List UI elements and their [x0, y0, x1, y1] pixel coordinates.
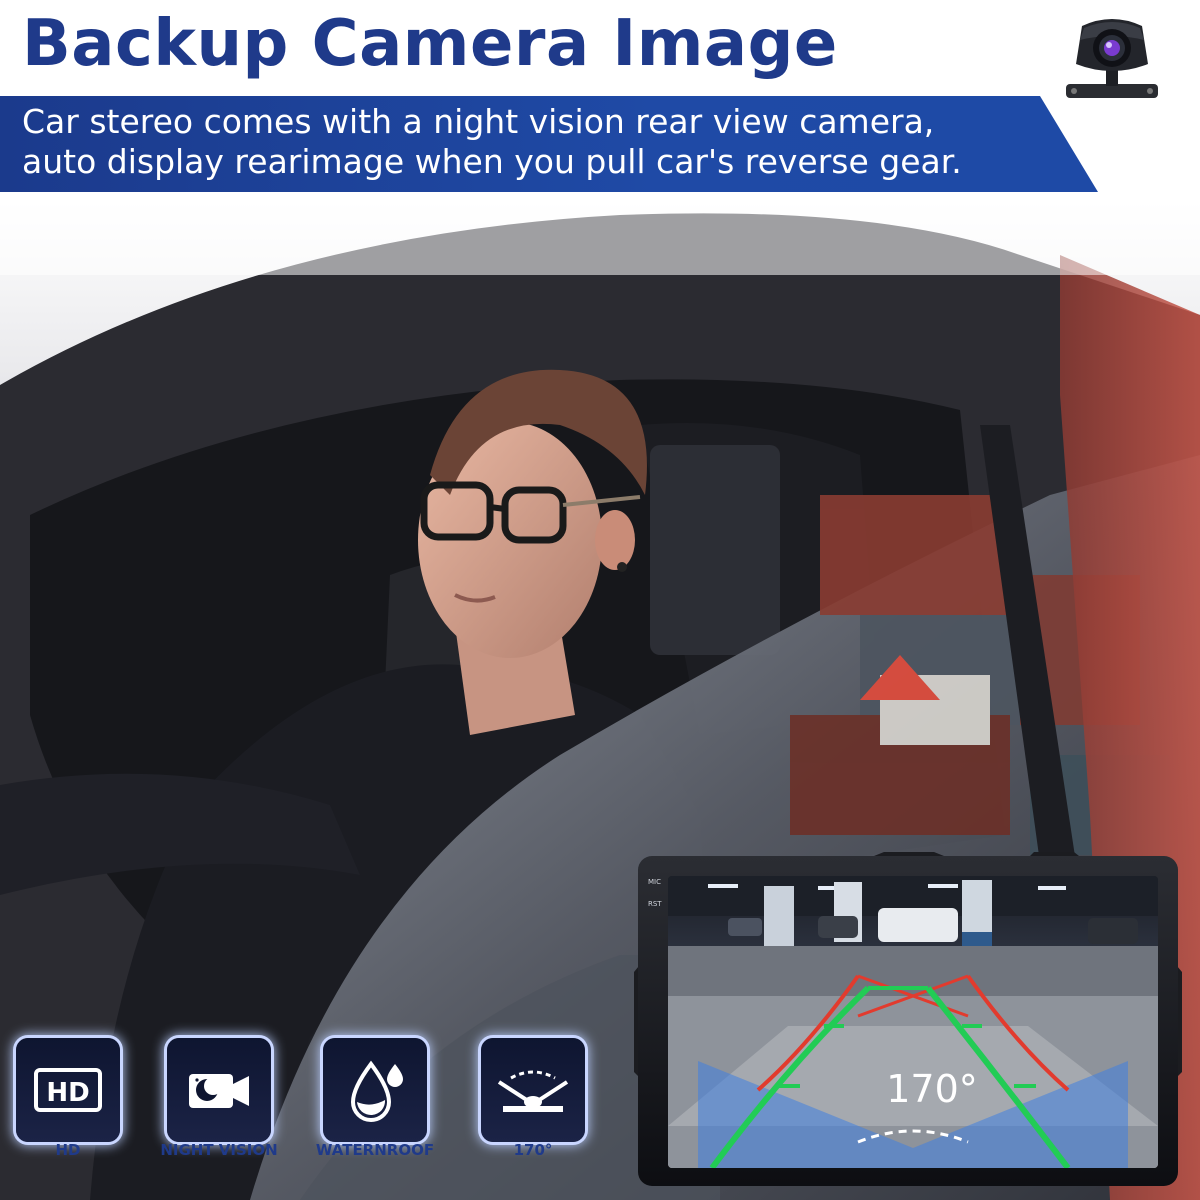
viewing-angle-icon	[481, 1038, 585, 1142]
rear-camera-screen	[668, 876, 1158, 1168]
feature-label-waterproof: WATERNROOF	[315, 1141, 435, 1159]
svg-text:HD: HD	[46, 1078, 89, 1108]
water-drop-icon	[323, 1038, 427, 1142]
subtitle-line-2: auto display rearimage when you pull car…	[22, 142, 962, 181]
mic-label: MIC	[648, 878, 661, 886]
product-banner: Backup Camera Image Car stereo comes wit…	[0, 0, 1200, 1200]
feature-label-night-vision: NIGHT VISION	[160, 1141, 278, 1159]
hd-icon: HD	[16, 1038, 120, 1142]
rst-label: RST	[648, 900, 662, 908]
stereo-bezel: MIC RST 170°	[638, 856, 1178, 1186]
angle-readout: 170°	[886, 1067, 978, 1111]
night-vision-icon	[167, 1038, 271, 1142]
subtitle-line-1: Car stereo comes with a night vision rea…	[22, 102, 935, 141]
subtitle-banner: Car stereo comes with a night vision rea…	[0, 96, 1098, 192]
backup-camera-icon	[1060, 12, 1164, 108]
page-title: Backup Camera Image	[22, 7, 838, 81]
car-stereo-head-unit: MIC RST 170°	[634, 852, 1182, 1192]
feature-label-hd: HD	[55, 1141, 81, 1159]
feature-label-170: 170°	[513, 1141, 553, 1159]
